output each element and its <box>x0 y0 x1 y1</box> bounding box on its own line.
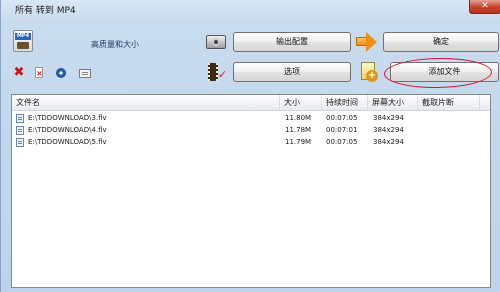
column-header-duration[interactable]: 持续时间 <box>322 95 368 111</box>
ok-button[interactable]: 确定 <box>383 32 499 52</box>
cell-screen-size: 384x294 <box>373 126 404 134</box>
cell-duration: 00:07:05 <box>326 138 358 146</box>
column-header-clip[interactable]: 截取片断 <box>418 95 480 111</box>
output-config-icon <box>206 31 228 51</box>
file-icon <box>16 138 24 147</box>
cell-size: 11.79M <box>285 138 312 146</box>
convert-window: 所有 转到 MP4 ✕ MP4 高质量和大小 ✖ × 输出配置 ✓ 选项 确定 <box>0 0 500 292</box>
cell-screen-size: 384x294 <box>373 114 404 122</box>
top-panel: MP4 高质量和大小 ✖ × 输出配置 ✓ 选项 确定 + 添加文件 <box>7 22 499 92</box>
cell-size: 11.78M <box>285 126 312 134</box>
table-row[interactable]: E:\TDDOWNLOAD\5.flv 11.79M 00:07:05 384x… <box>12 136 490 148</box>
cell-filename: E:\TDDOWNLOAD\3.flv <box>28 114 107 122</box>
cell-duration: 00:07:05 <box>326 114 358 122</box>
file-icon <box>16 126 24 135</box>
highlight-circle-annotation <box>383 57 493 89</box>
column-header-size[interactable]: 大小 <box>280 95 322 111</box>
mp4-format-icon[interactable]: MP4 <box>13 30 33 52</box>
film-options-icon: ✓ <box>206 62 228 82</box>
delete-icon[interactable]: ✖ <box>13 66 25 79</box>
quality-label: 高质量和大小 <box>91 40 139 49</box>
table-row[interactable]: E:\TDDOWNLOAD\4.flv 11.78M 00:07:01 384x… <box>12 124 490 136</box>
cell-filename: E:\TDDOWNLOAD\4.flv <box>28 126 107 134</box>
add-file-icon: + <box>358 61 380 83</box>
column-header-filename[interactable]: 文件名 <box>12 95 280 111</box>
column-header-screen-size[interactable]: 屏幕大小 <box>368 95 418 111</box>
output-config-button[interactable]: 输出配置 <box>233 32 351 52</box>
screen-info-icon[interactable] <box>79 67 91 79</box>
mp4-format-icon-text: MP4 <box>15 33 31 40</box>
cell-screen-size: 384x294 <box>373 138 404 146</box>
list-header: 文件名 大小 持续时间 屏幕大小 截取片断 <box>12 95 490 111</box>
play-icon[interactable] <box>55 67 67 79</box>
title-bar: 所有 转到 MP4 ✕ <box>1 0 500 18</box>
clear-list-icon[interactable]: × <box>33 67 45 79</box>
cell-duration: 00:07:01 <box>326 126 358 134</box>
file-icon <box>16 114 24 123</box>
cell-filename: E:\TDDOWNLOAD\5.flv <box>28 138 107 146</box>
arrow-right-icon <box>356 31 378 52</box>
file-list[interactable]: 文件名 大小 持续时间 屏幕大小 截取片断 E:\TDDOWNLOAD\3.fl… <box>11 94 491 288</box>
cell-size: 11.80M <box>285 114 312 122</box>
options-button[interactable]: 选项 <box>233 62 351 82</box>
window-title: 所有 转到 MP4 <box>15 6 76 16</box>
close-button[interactable]: ✕ <box>469 0 500 14</box>
table-row[interactable]: E:\TDDOWNLOAD\3.flv 11.80M 00:07:05 384x… <box>12 112 490 124</box>
